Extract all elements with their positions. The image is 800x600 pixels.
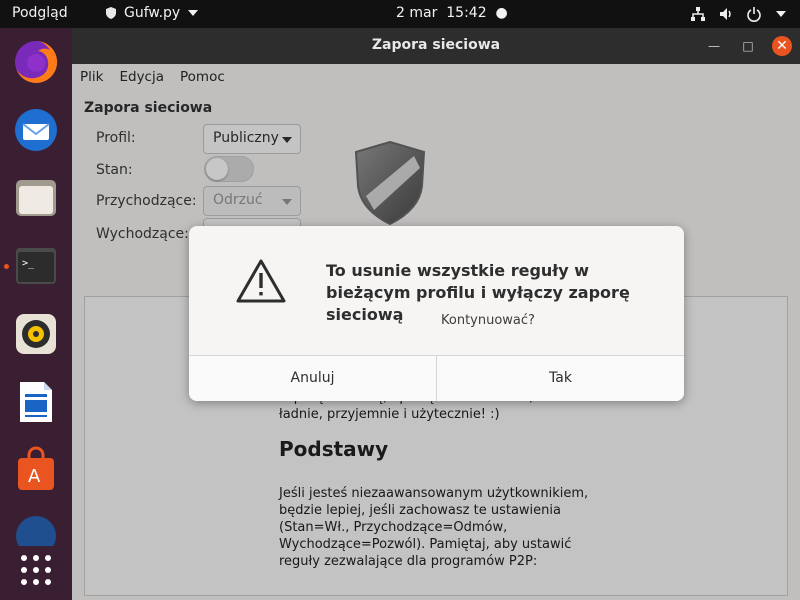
minimize-button[interactable]: — — [704, 36, 724, 56]
maximize-button[interactable]: □ — [738, 36, 758, 56]
system-menu-chevron-icon — [776, 11, 786, 17]
dock: >_ A — [0, 28, 72, 600]
chevron-down-icon — [188, 10, 199, 16]
thunderbird-icon[interactable] — [12, 106, 60, 154]
clock-time: 15:42 — [446, 5, 487, 21]
window-title: Zapora sieciowa — [371, 37, 501, 53]
activities-button[interactable]: Podgląd — [12, 5, 68, 21]
confirm-dialog: To usunie wszystkie reguły w bieżącym pr… — [189, 226, 684, 401]
title-bar[interactable]: Zapora sieciowa — □ ✕ — [72, 28, 800, 64]
warning-icon — [236, 259, 286, 303]
writer-icon[interactable] — [12, 378, 60, 426]
software-icon[interactable]: A — [12, 446, 60, 494]
clock[interactable]: 2 mar 15:42 ● — [396, 5, 508, 21]
clock-date: 2 mar — [396, 5, 438, 21]
svg-text:>_: >_ — [22, 258, 35, 269]
show-apps-icon[interactable] — [12, 546, 60, 594]
confirm-button[interactable]: Tak — [437, 356, 684, 401]
close-button[interactable]: ✕ — [772, 36, 792, 56]
svg-text:A: A — [28, 466, 41, 487]
gufw-app-icon — [106, 7, 116, 19]
firefox-icon[interactable] — [12, 38, 60, 86]
files-icon[interactable] — [12, 174, 60, 222]
running-indicator — [4, 264, 9, 269]
power-icon — [747, 7, 761, 22]
terminal-icon[interactable]: >_ — [12, 242, 60, 290]
volume-icon — [720, 8, 731, 20]
cancel-button[interactable]: Anuluj — [189, 356, 437, 401]
dialog-subtitle: Kontynuować? — [441, 313, 535, 328]
rhythmbox-icon[interactable] — [12, 310, 60, 358]
dialog-button-row: Anuluj Tak — [189, 355, 684, 401]
network-icon — [691, 7, 705, 21]
app-menu[interactable]: Gufw.py — [104, 5, 199, 21]
top-bar: Podgląd Gufw.py 2 mar 15:42 ● — [0, 0, 800, 28]
notification-dot-icon: ● — [495, 5, 508, 21]
system-tray[interactable] — [690, 6, 786, 22]
app-menu-label: Gufw.py — [124, 5, 181, 21]
